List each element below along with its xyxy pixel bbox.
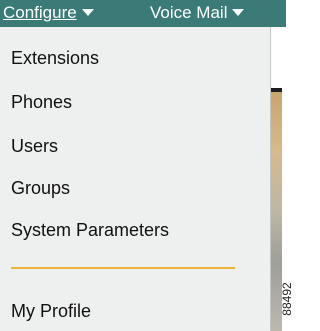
menu-separator: [11, 267, 235, 269]
menu-item-system-parameters[interactable]: System Parameters: [11, 219, 169, 241]
chevron-down-icon: [81, 9, 94, 17]
figure-number: 88492: [277, 276, 297, 322]
configure-menu-screenshot: Configure Voice Mail Extensions Phones U…: [0, 0, 298, 331]
figure-number-text: 88492: [280, 282, 294, 316]
menu-item-extensions[interactable]: Extensions: [11, 47, 99, 69]
configure-menu[interactable]: Configure: [3, 3, 94, 23]
configure-menu-label: Configure: [3, 3, 77, 22]
menu-bar: Configure Voice Mail: [0, 0, 286, 27]
menu-item-phones[interactable]: Phones: [11, 91, 72, 113]
voicemail-menu[interactable]: Voice Mail: [150, 3, 245, 23]
configure-dropdown-menu: Extensions Phones Users Groups System Pa…: [0, 27, 271, 331]
menu-item-my-profile[interactable]: My Profile: [11, 300, 91, 322]
menu-item-groups[interactable]: Groups: [11, 177, 70, 199]
menu-item-users[interactable]: Users: [11, 135, 58, 157]
voicemail-menu-label: Voice Mail: [150, 3, 228, 22]
chevron-down-icon: [232, 9, 245, 17]
